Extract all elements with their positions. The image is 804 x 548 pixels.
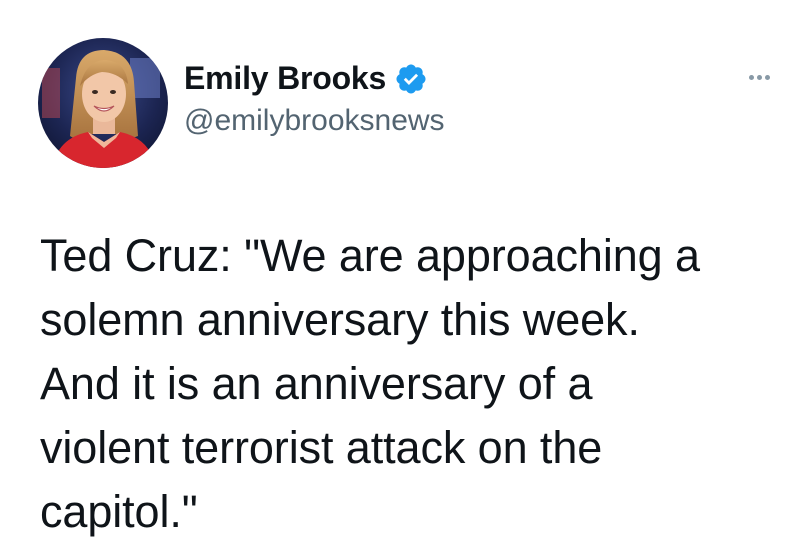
- avatar-image: [38, 38, 168, 168]
- tweet-text-line: Ted Cruz: "We are approaching a: [40, 230, 700, 281]
- verified-badge-icon: [394, 62, 428, 96]
- author-avatar[interactable]: [38, 38, 168, 168]
- tweet-text: Ted Cruz: "We are approaching a solemn a…: [40, 224, 790, 544]
- author-handle[interactable]: @emilybrooksnews: [184, 104, 445, 138]
- tweet-text-line: And it is an anniversary of a: [40, 358, 593, 409]
- tweet-text-line: capitol.": [40, 486, 198, 537]
- tweet-text-line: violent terrorist attack on the: [40, 422, 603, 473]
- tweet-card: Emily Brooks @emilybrooksnews Ted Cruz: …: [0, 0, 804, 548]
- author-name-row: Emily Brooks: [184, 56, 428, 100]
- more-options-icon: [748, 74, 770, 80]
- more-options-button[interactable]: [742, 60, 776, 94]
- tweet-text-line: solemn anniversary this week.: [40, 294, 640, 345]
- author-display-name[interactable]: Emily Brooks: [184, 60, 386, 97]
